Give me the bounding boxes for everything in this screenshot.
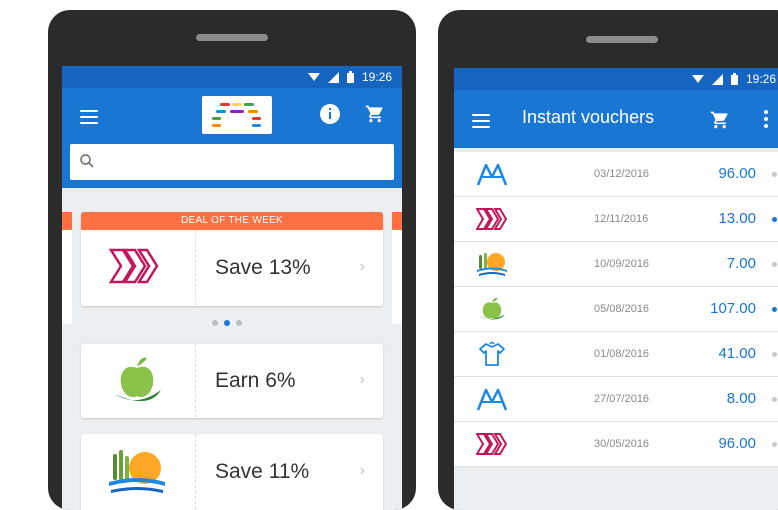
menu-icon[interactable] — [80, 110, 98, 128]
voucher-amount: 8.00 — [726, 390, 756, 407]
deal-banner: DEAL OF THE WEEK — [81, 212, 383, 230]
voucher-date: 27/07/2016 — [594, 393, 650, 405]
chevron-brand-logo-icon — [109, 248, 159, 284]
battery-icon — [731, 73, 738, 85]
wifi-icon — [307, 73, 320, 81]
voucher-status-dot — [772, 442, 777, 447]
carousel-dot-active[interactable] — [224, 320, 230, 326]
chevron-right-icon: › — [359, 258, 365, 275]
offer-card[interactable]: Save 11% › — [81, 434, 383, 510]
shirt-brand-logo-icon — [476, 341, 508, 367]
carousel-indicator — [212, 320, 242, 326]
phone-left: 19:26 DEAL OF THE WEEK Save 13% › Earn 6… — [48, 10, 416, 510]
carousel-dot[interactable] — [212, 320, 218, 326]
search-input[interactable] — [104, 150, 388, 176]
voucher-amount: 7.00 — [726, 255, 756, 272]
menu-icon[interactable] — [472, 114, 490, 132]
card-logo-area — [81, 344, 196, 418]
voucher-row[interactable]: 30/05/2016 96.00 — [454, 422, 778, 466]
apple-brand-logo-icon — [115, 357, 161, 402]
home-screen: 19:26 DEAL OF THE WEEK Save 13% › Earn 6… — [62, 66, 402, 510]
voucher-status-dot — [772, 307, 777, 312]
voucher-status-dot — [772, 352, 777, 357]
carousel-dot[interactable] — [236, 320, 242, 326]
voucher-amount: 96.00 — [718, 165, 756, 182]
carousel-prev-card[interactable] — [62, 212, 72, 324]
signal-icon — [712, 73, 723, 85]
voucher-amount: 13.00 — [718, 210, 756, 227]
info-icon[interactable] — [320, 104, 340, 124]
voucher-amount: 96.00 — [718, 435, 756, 452]
cart-icon[interactable] — [710, 110, 730, 135]
voucher-status-dot — [772, 172, 777, 177]
mountain-brand-logo-icon — [476, 386, 508, 412]
vouchers-screen: 19:26 Instant vouchers 03/12/2016 96.00 12… — [454, 68, 778, 510]
voucher-date: 05/08/2016 — [594, 303, 650, 315]
sunset-brand-logo-icon — [476, 251, 508, 277]
voucher-date: 01/08/2016 — [594, 348, 650, 360]
phone-right: 19:26 Instant vouchers 03/12/2016 96.00 12… — [438, 10, 778, 510]
app-logo — [202, 96, 272, 134]
page-title: Instant vouchers — [522, 107, 655, 127]
voucher-amount: 41.00 — [718, 345, 756, 362]
chevron-right-icon: › — [359, 371, 365, 388]
phone-speaker — [586, 36, 658, 43]
wifi-icon — [692, 75, 704, 83]
phone-speaker — [196, 34, 268, 41]
card-offer-text: Save 11% — [215, 460, 310, 483]
card-offer-text: Earn 6% — [215, 369, 296, 392]
card-logo-area — [81, 434, 196, 510]
mountain-brand-logo-icon — [476, 161, 508, 187]
apple-brand-logo-icon — [476, 296, 508, 322]
search-icon — [78, 152, 96, 175]
voucher-date: 30/05/2016 — [594, 438, 650, 450]
voucher-row[interactable]: 05/08/2016 107.00 — [454, 287, 778, 331]
card-logo-area — [81, 230, 196, 306]
app-bar — [62, 88, 402, 188]
voucher-row[interactable]: 27/07/2016 8.00 — [454, 377, 778, 421]
voucher-status-dot — [772, 217, 777, 222]
status-bar: 19:26 — [454, 68, 778, 90]
chevron-brand-logo-icon — [475, 206, 508, 232]
voucher-row[interactable]: 01/08/2016 41.00 — [454, 332, 778, 376]
more-options-icon[interactable] — [764, 110, 768, 131]
voucher-status-dot — [772, 262, 777, 267]
status-time: 19:26 — [361, 70, 392, 84]
voucher-row[interactable]: 12/11/2016 13.00 — [454, 197, 778, 241]
card-offer-text: Save 13% — [215, 256, 311, 279]
voucher-date: 12/11/2016 — [594, 213, 649, 225]
app-bar: Instant vouchers — [454, 90, 778, 148]
voucher-row[interactable]: 10/09/2016 7.00 — [454, 242, 778, 286]
deal-of-the-week-card[interactable]: DEAL OF THE WEEK Save 13% › — [81, 212, 383, 306]
offer-card[interactable]: Earn 6% › — [81, 344, 383, 418]
search-field[interactable] — [70, 144, 394, 180]
status-time: 19:26 — [746, 72, 777, 86]
voucher-date: 03/12/2016 — [594, 168, 650, 180]
voucher-status-dot — [772, 397, 777, 402]
cart-icon[interactable] — [365, 104, 385, 129]
voucher-amount: 107.00 — [710, 300, 756, 317]
carousel-next-card[interactable] — [392, 212, 402, 324]
voucher-row[interactable]: 03/12/2016 96.00 — [454, 152, 778, 196]
battery-icon — [346, 71, 354, 83]
chevron-right-icon: › — [359, 462, 365, 479]
voucher-date: 10/09/2016 — [594, 258, 650, 270]
voucher-list: 03/12/2016 96.00 12/11/2016 13.00 10/09/2016… — [454, 152, 778, 467]
signal-icon — [327, 71, 339, 83]
status-bar: 19:26 — [62, 66, 402, 88]
chevron-brand-logo-icon — [475, 431, 508, 457]
